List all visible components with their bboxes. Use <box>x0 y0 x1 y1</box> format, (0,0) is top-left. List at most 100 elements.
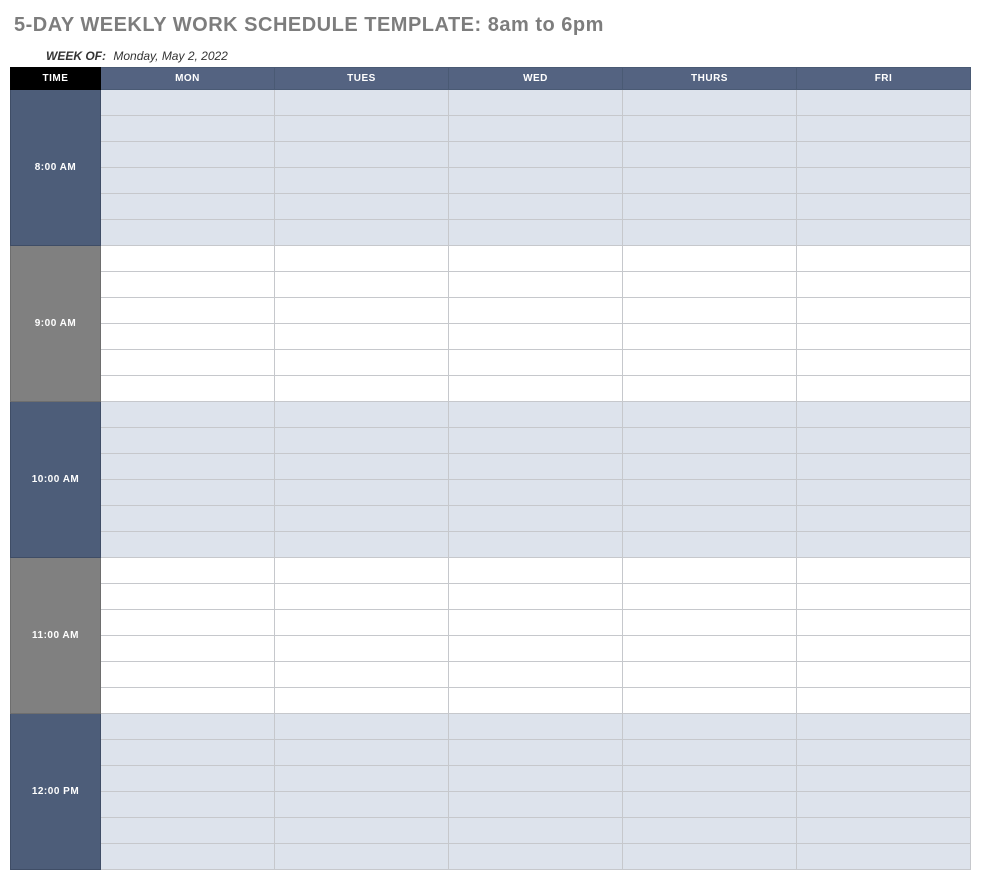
schedule-cell[interactable] <box>797 298 971 324</box>
schedule-cell[interactable] <box>275 740 449 766</box>
schedule-cell[interactable] <box>275 844 449 870</box>
schedule-cell[interactable] <box>623 792 797 818</box>
schedule-cell[interactable] <box>275 480 449 506</box>
schedule-cell[interactable] <box>101 532 275 558</box>
schedule-cell[interactable] <box>449 220 623 246</box>
schedule-cell[interactable] <box>101 246 275 272</box>
schedule-cell[interactable] <box>101 714 275 740</box>
schedule-cell[interactable] <box>101 272 275 298</box>
schedule-cell[interactable] <box>449 402 623 428</box>
schedule-cell[interactable] <box>275 168 449 194</box>
schedule-cell[interactable] <box>275 194 449 220</box>
schedule-cell[interactable] <box>275 610 449 636</box>
schedule-cell[interactable] <box>797 324 971 350</box>
schedule-cell[interactable] <box>275 142 449 168</box>
schedule-cell[interactable] <box>797 506 971 532</box>
schedule-cell[interactable] <box>797 246 971 272</box>
schedule-cell[interactable] <box>275 350 449 376</box>
schedule-cell[interactable] <box>275 558 449 584</box>
schedule-cell[interactable] <box>275 116 449 142</box>
schedule-cell[interactable] <box>275 246 449 272</box>
schedule-cell[interactable] <box>449 90 623 116</box>
schedule-cell[interactable] <box>275 792 449 818</box>
schedule-cell[interactable] <box>797 142 971 168</box>
schedule-cell[interactable] <box>449 714 623 740</box>
schedule-cell[interactable] <box>623 298 797 324</box>
schedule-cell[interactable] <box>449 506 623 532</box>
schedule-cell[interactable] <box>623 376 797 402</box>
schedule-cell[interactable] <box>449 194 623 220</box>
schedule-cell[interactable] <box>275 220 449 246</box>
schedule-cell[interactable] <box>101 428 275 454</box>
schedule-cell[interactable] <box>797 610 971 636</box>
schedule-cell[interactable] <box>623 532 797 558</box>
schedule-cell[interactable] <box>623 90 797 116</box>
schedule-cell[interactable] <box>101 584 275 610</box>
schedule-cell[interactable] <box>275 454 449 480</box>
schedule-cell[interactable] <box>797 116 971 142</box>
schedule-cell[interactable] <box>101 116 275 142</box>
schedule-cell[interactable] <box>797 168 971 194</box>
schedule-cell[interactable] <box>101 662 275 688</box>
schedule-cell[interactable] <box>797 766 971 792</box>
schedule-cell[interactable] <box>623 714 797 740</box>
schedule-cell[interactable] <box>101 636 275 662</box>
schedule-cell[interactable] <box>449 662 623 688</box>
schedule-cell[interactable] <box>449 454 623 480</box>
schedule-cell[interactable] <box>797 90 971 116</box>
schedule-cell[interactable] <box>797 818 971 844</box>
schedule-cell[interactable] <box>797 558 971 584</box>
schedule-cell[interactable] <box>275 662 449 688</box>
schedule-cell[interactable] <box>449 480 623 506</box>
schedule-cell[interactable] <box>449 818 623 844</box>
schedule-cell[interactable] <box>275 688 449 714</box>
schedule-cell[interactable] <box>101 844 275 870</box>
schedule-cell[interactable] <box>623 506 797 532</box>
schedule-cell[interactable] <box>449 350 623 376</box>
schedule-cell[interactable] <box>275 506 449 532</box>
schedule-cell[interactable] <box>623 428 797 454</box>
schedule-cell[interactable] <box>623 688 797 714</box>
schedule-cell[interactable] <box>623 246 797 272</box>
schedule-cell[interactable] <box>101 818 275 844</box>
schedule-cell[interactable] <box>449 740 623 766</box>
schedule-cell[interactable] <box>623 350 797 376</box>
schedule-cell[interactable] <box>101 376 275 402</box>
schedule-cell[interactable] <box>449 246 623 272</box>
schedule-cell[interactable] <box>449 532 623 558</box>
schedule-cell[interactable] <box>797 688 971 714</box>
schedule-cell[interactable] <box>623 116 797 142</box>
schedule-cell[interactable] <box>101 558 275 584</box>
schedule-cell[interactable] <box>449 688 623 714</box>
schedule-cell[interactable] <box>449 766 623 792</box>
schedule-cell[interactable] <box>275 766 449 792</box>
schedule-cell[interactable] <box>623 480 797 506</box>
schedule-cell[interactable] <box>797 454 971 480</box>
schedule-cell[interactable] <box>797 220 971 246</box>
schedule-cell[interactable] <box>101 766 275 792</box>
schedule-cell[interactable] <box>275 532 449 558</box>
schedule-cell[interactable] <box>275 376 449 402</box>
schedule-cell[interactable] <box>449 376 623 402</box>
schedule-cell[interactable] <box>797 532 971 558</box>
schedule-cell[interactable] <box>623 402 797 428</box>
schedule-cell[interactable] <box>797 844 971 870</box>
schedule-cell[interactable] <box>449 428 623 454</box>
schedule-cell[interactable] <box>623 662 797 688</box>
schedule-cell[interactable] <box>623 766 797 792</box>
schedule-cell[interactable] <box>623 844 797 870</box>
schedule-cell[interactable] <box>449 584 623 610</box>
schedule-cell[interactable] <box>797 636 971 662</box>
schedule-cell[interactable] <box>797 792 971 818</box>
schedule-cell[interactable] <box>797 662 971 688</box>
schedule-cell[interactable] <box>797 480 971 506</box>
schedule-cell[interactable] <box>623 610 797 636</box>
schedule-cell[interactable] <box>275 428 449 454</box>
schedule-cell[interactable] <box>623 584 797 610</box>
schedule-cell[interactable] <box>101 90 275 116</box>
schedule-cell[interactable] <box>623 142 797 168</box>
schedule-cell[interactable] <box>449 844 623 870</box>
schedule-cell[interactable] <box>101 350 275 376</box>
schedule-cell[interactable] <box>449 792 623 818</box>
schedule-cell[interactable] <box>623 558 797 584</box>
